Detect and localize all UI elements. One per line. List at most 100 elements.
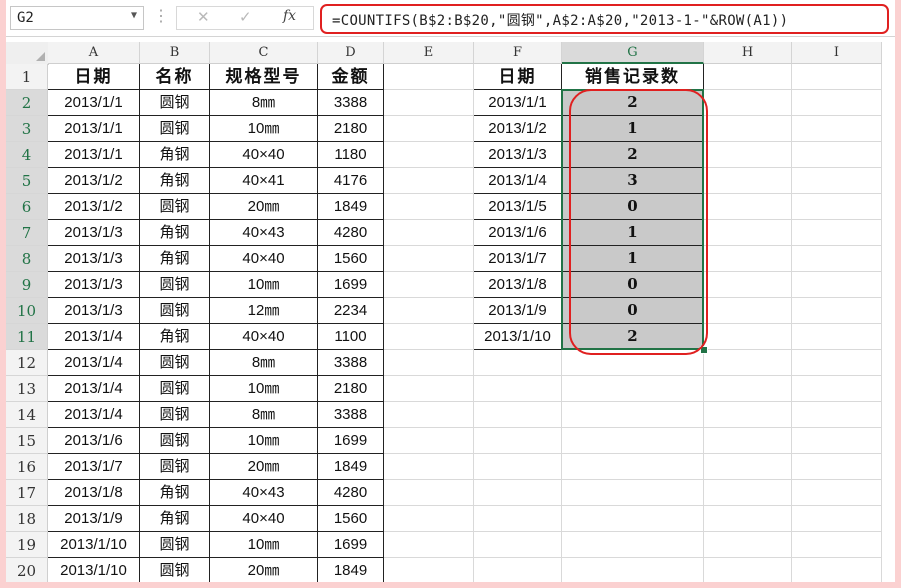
row-header-11[interactable]: 11 (6, 324, 48, 350)
table-cell[interactable]: 2013/1/3 (48, 272, 140, 298)
grid-cell[interactable] (704, 168, 792, 194)
grid-cell[interactable] (384, 246, 474, 272)
column-header-c[interactable]: C (210, 42, 318, 64)
table-cell[interactable]: 2180 (318, 116, 384, 142)
grid-cell[interactable] (384, 298, 474, 324)
table-cell[interactable]: 2013/1/1 (48, 142, 140, 168)
table-cell[interactable]: 2013/1/3 (48, 298, 140, 324)
grid-cell[interactable] (792, 142, 882, 168)
table-cell[interactable]: 圆钢 (140, 194, 210, 220)
table-header-cell[interactable]: 金额 (318, 64, 384, 90)
grid-cell[interactable] (704, 64, 792, 90)
table-cell[interactable]: 2013/1/7 (48, 454, 140, 480)
grid-cell[interactable] (562, 532, 704, 558)
table-cell[interactable]: 2013/1/2 (48, 168, 140, 194)
table-cell[interactable]: 8㎜ (210, 90, 318, 116)
table-cell[interactable]: 8㎜ (210, 402, 318, 428)
grid-cell[interactable] (704, 506, 792, 532)
table-cell[interactable]: 2013/1/3 (48, 220, 140, 246)
table-cell[interactable]: 角钢 (140, 220, 210, 246)
column-header-a[interactable]: A (48, 42, 140, 64)
grid-cell[interactable] (384, 428, 474, 454)
table-cell[interactable]: 1699 (318, 428, 384, 454)
column-header-h[interactable]: H (704, 42, 792, 64)
grid-cell[interactable] (384, 116, 474, 142)
table-cell[interactable]: 3388 (318, 90, 384, 116)
summary-count-cell[interactable]: 1 (562, 220, 704, 246)
table-header-cell[interactable]: 名称 (140, 64, 210, 90)
grid-cell[interactable] (792, 64, 882, 90)
grid-cell[interactable] (704, 324, 792, 350)
table-cell[interactable]: 2180 (318, 376, 384, 402)
row-header-17[interactable]: 17 (6, 480, 48, 506)
row-header-1[interactable]: 1 (6, 64, 48, 90)
grid-cell[interactable] (474, 558, 562, 582)
grid-cell[interactable] (384, 168, 474, 194)
table-cell[interactable]: 12㎜ (210, 298, 318, 324)
summary-count-cell[interactable]: 2 (562, 90, 704, 116)
summary-date-cell[interactable]: 2013/1/7 (474, 246, 562, 272)
summary-header-cell[interactable]: 日期 (474, 64, 562, 90)
row-header-6[interactable]: 6 (6, 194, 48, 220)
grid-cell[interactable] (474, 454, 562, 480)
row-header-16[interactable]: 16 (6, 454, 48, 480)
table-cell[interactable]: 1100 (318, 324, 384, 350)
table-cell[interactable]: 角钢 (140, 168, 210, 194)
grid-cell[interactable] (792, 324, 882, 350)
table-cell[interactable]: 10㎜ (210, 428, 318, 454)
column-header-i[interactable]: I (792, 42, 882, 64)
table-cell[interactable]: 40×41 (210, 168, 318, 194)
row-header-12[interactable]: 12 (6, 350, 48, 376)
column-header-f[interactable]: F (474, 42, 562, 64)
grid-cell[interactable] (384, 532, 474, 558)
cancel-icon[interactable]: ✕ (197, 8, 210, 26)
summary-date-cell[interactable]: 2013/1/8 (474, 272, 562, 298)
column-header-g[interactable]: G (562, 42, 704, 64)
grid-cell[interactable] (384, 454, 474, 480)
table-cell[interactable]: 圆钢 (140, 558, 210, 582)
grid-cell[interactable] (792, 428, 882, 454)
table-cell[interactable]: 1699 (318, 272, 384, 298)
row-header-10[interactable]: 10 (6, 298, 48, 324)
row-header-19[interactable]: 19 (6, 532, 48, 558)
table-cell[interactable]: 1849 (318, 454, 384, 480)
table-cell[interactable]: 1849 (318, 558, 384, 582)
grid-cell[interactable] (792, 220, 882, 246)
grid-cell[interactable] (384, 324, 474, 350)
row-header-20[interactable]: 20 (6, 558, 48, 582)
table-header-cell[interactable]: 日期 (48, 64, 140, 90)
grid-cell[interactable] (384, 64, 474, 90)
grid-cell[interactable] (792, 532, 882, 558)
summary-header-cell[interactable]: 销售记录数 (562, 64, 704, 90)
column-header-d[interactable]: D (318, 42, 384, 64)
column-header-b[interactable]: B (140, 42, 210, 64)
table-cell[interactable]: 1180 (318, 142, 384, 168)
table-cell[interactable]: 4280 (318, 480, 384, 506)
grid-cell[interactable] (562, 480, 704, 506)
row-header-13[interactable]: 13 (6, 376, 48, 402)
grid-cell[interactable] (704, 142, 792, 168)
grid-cell[interactable] (704, 402, 792, 428)
grid-cell[interactable] (792, 194, 882, 220)
grid-cell[interactable] (474, 506, 562, 532)
grid-cell[interactable] (704, 272, 792, 298)
grid-cell[interactable] (474, 428, 562, 454)
table-cell[interactable]: 圆钢 (140, 298, 210, 324)
summary-count-cell[interactable]: 1 (562, 116, 704, 142)
grid-cell[interactable] (704, 428, 792, 454)
table-cell[interactable]: 2013/1/1 (48, 116, 140, 142)
name-box[interactable]: G2 ▼ (10, 6, 144, 30)
summary-date-cell[interactable]: 2013/1/4 (474, 168, 562, 194)
grid-cell[interactable] (792, 246, 882, 272)
fill-handle[interactable] (700, 346, 708, 354)
table-cell[interactable]: 40×40 (210, 506, 318, 532)
table-cell[interactable]: 40×40 (210, 246, 318, 272)
table-cell[interactable]: 角钢 (140, 142, 210, 168)
table-cell[interactable]: 2013/1/4 (48, 350, 140, 376)
grid-cell[interactable] (384, 194, 474, 220)
grid-cell[interactable] (562, 454, 704, 480)
table-cell[interactable]: 40×43 (210, 220, 318, 246)
grid-cell[interactable] (384, 220, 474, 246)
row-header-18[interactable]: 18 (6, 506, 48, 532)
table-cell[interactable]: 10㎜ (210, 376, 318, 402)
